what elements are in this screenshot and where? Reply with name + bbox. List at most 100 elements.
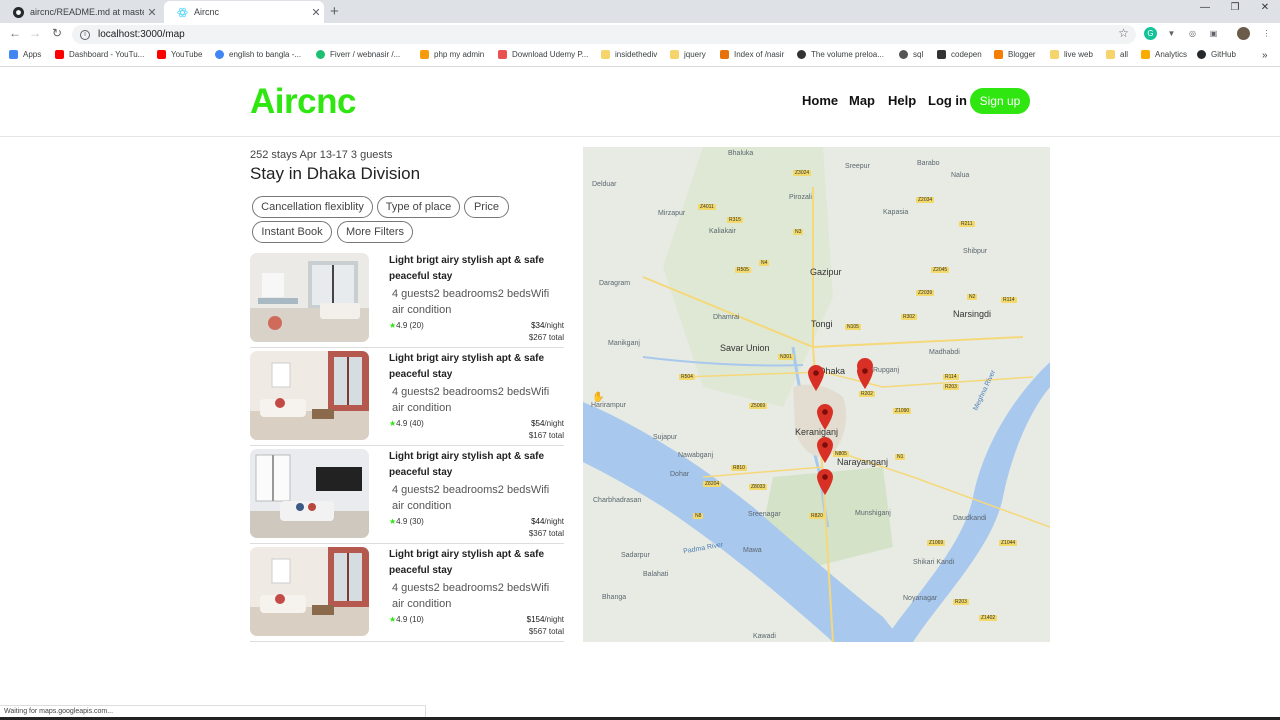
listing-title[interactable]: Light brigt airy stylish apt & safe peac… [389,253,559,285]
map-place-label: Barabo [917,160,940,167]
listing-card[interactable]: Light brigt airy stylish apt & safe peac… [250,351,564,446]
bookmark-item[interactable]: sql [899,50,923,59]
price-amount: $44 [531,517,545,526]
info-icon[interactable]: i [80,29,90,40]
listing-title[interactable]: Light brigt airy stylish apt & safe peac… [389,351,559,383]
map-place-label: Noyanagar [903,595,938,602]
map-place-label: Pirozali [789,194,812,201]
more-menu-icon[interactable]: ⋮ [1260,27,1273,40]
map-pin-icon[interactable] [817,469,833,495]
road-label: Z2045 [931,267,950,273]
bookmark-item[interactable]: Dashboard - YouTu... [55,50,144,59]
map-place-label: Daudkandi [953,515,987,522]
road-label: N1 [895,454,906,460]
filter-more[interactable]: More Filters [337,221,413,243]
site-logo[interactable]: Aircnc [250,82,356,122]
folder-icon [601,50,610,59]
github-icon [12,6,24,18]
rating-text: 4.9 (40) [396,419,424,428]
bookmark-item[interactable]: all [1106,50,1128,59]
map-place-label: Manikganj [608,340,640,347]
close-tab-icon[interactable]: ✕ [308,6,324,19]
bookmark-item[interactable]: Analytics [1141,50,1187,59]
bookmark-label: jquery [684,50,706,59]
grammarly-icon[interactable]: G [1144,27,1157,40]
bookmark-item[interactable]: insidethediv [601,50,657,59]
filter-cancellation[interactable]: Cancellation flexiblity [252,196,373,218]
bookmark-item[interactable]: live web [1050,50,1093,59]
bookmark-item[interactable]: YouTube [157,50,202,59]
map-place-label: Gazipur [810,267,842,277]
listing-photo[interactable] [250,351,369,440]
nav-login[interactable]: Log in [928,93,967,108]
map-pin-icon[interactable] [808,365,824,391]
nav-map[interactable]: Map [849,93,875,108]
bookmark-label: all [1120,50,1129,59]
map-place-label: Rupganj [873,367,900,374]
bookmark-label: Index of /nasir [734,50,785,59]
road-label: Z3024 [793,170,812,176]
filter-price[interactable]: Price [464,196,509,218]
road-label: N4 [759,260,770,266]
filter-instant-book[interactable]: Instant Book [252,221,332,243]
avatar[interactable] [1237,27,1250,40]
reload-icon[interactable]: ↻ [49,26,65,40]
listing-card[interactable]: Light brigt airy stylish apt & safe peac… [250,449,564,544]
analytics-icon [1141,50,1150,59]
nav-help[interactable]: Help [888,93,916,108]
listing-price: $34/night [531,321,564,330]
tab-title: aircnc/README.md at master · in [30,7,144,17]
bookmark-item[interactable]: Fiverr / webnasir /... [316,50,400,59]
listing-card[interactable]: Light brigt airy stylish apt & safe peac… [250,253,564,348]
bookmark-item[interactable]: Blogger [994,50,1036,59]
bookmark-label: english to bangla -... [229,50,302,59]
listing-title[interactable]: Light brigt airy stylish apt & safe peac… [389,547,559,579]
vue-devtools-icon[interactable]: ▼ [1165,27,1178,40]
header-divider [0,136,1280,137]
bookmarks-more-button[interactable]: » [1262,50,1268,61]
minimize-button[interactable]: — [1190,2,1220,13]
bookmark-item[interactable]: GitHub [1197,50,1236,59]
bookmark-item[interactable]: codepen [937,50,982,59]
close-window-button[interactable]: ✕ [1250,2,1280,13]
map-place-label: Munshiganj [855,510,891,517]
listing-card[interactable]: Light brigt airy stylish apt & safe peac… [250,547,564,642]
bookmark-item[interactable]: The volume preloa... [797,50,884,59]
browser-tab-readme[interactable]: aircnc/README.md at master · in ✕ [0,1,160,23]
bookmark-item[interactable]: Index of /nasir [720,50,784,59]
back-arrow-icon[interactable]: ← [7,26,23,40]
price-amount: $54 [531,419,545,428]
bookmark-item[interactable]: english to bangla -... [215,50,301,59]
bookmark-star-icon[interactable]: ☆ [1117,27,1130,40]
address-bar[interactable]: i localhost:3000/map [72,25,1136,44]
browser-tab-aircnc[interactable]: Aircnc ✕ [164,1,324,23]
bookmark-item[interactable]: Download Udemy P... [498,50,588,59]
listing-photo[interactable] [250,253,369,342]
extension-icon[interactable]: ◎ [1186,27,1199,40]
map-pin-icon[interactable] [817,404,833,430]
bookmark-item[interactable]: Apps [9,50,41,59]
restore-button[interactable]: ❐ [1220,2,1250,13]
listing-photo[interactable] [250,449,369,538]
signup-button[interactable]: Sign up [970,88,1030,114]
screenshot-icon[interactable]: ▣ [1207,27,1220,40]
map-pin-icon[interactable] [817,437,833,463]
map-pin-icon[interactable] [857,363,873,389]
listing-title[interactable]: Light brigt airy stylish apt & safe peac… [389,449,559,481]
bookmark-label: Blogger [1008,50,1036,59]
listing-photo[interactable] [250,547,369,636]
google-map[interactable]: Gazipur Tongi Savar Union Dhaka Keraniga… [583,147,1050,642]
url-text: localhost:3000/map [98,29,185,40]
close-tab-icon[interactable]: ✕ [144,6,160,19]
map-place-label: Sreepur [845,163,870,170]
page: Aircnc Home Map Help Log in Sign up 252 … [0,67,1280,717]
bookmark-label: Dashboard - YouTu... [69,50,145,59]
forward-arrow-icon[interactable]: → [27,26,43,40]
filter-type-of-place[interactable]: Type of place [377,196,460,218]
bookmark-item[interactable]: php my admin [420,50,484,59]
nav-home[interactable]: Home [802,93,838,108]
bookmark-item[interactable]: jquery [670,50,706,59]
new-tab-button[interactable]: + [330,3,339,20]
map-place-label: Dhamrai [713,314,740,321]
rating-text: 4.9 (30) [396,517,424,526]
